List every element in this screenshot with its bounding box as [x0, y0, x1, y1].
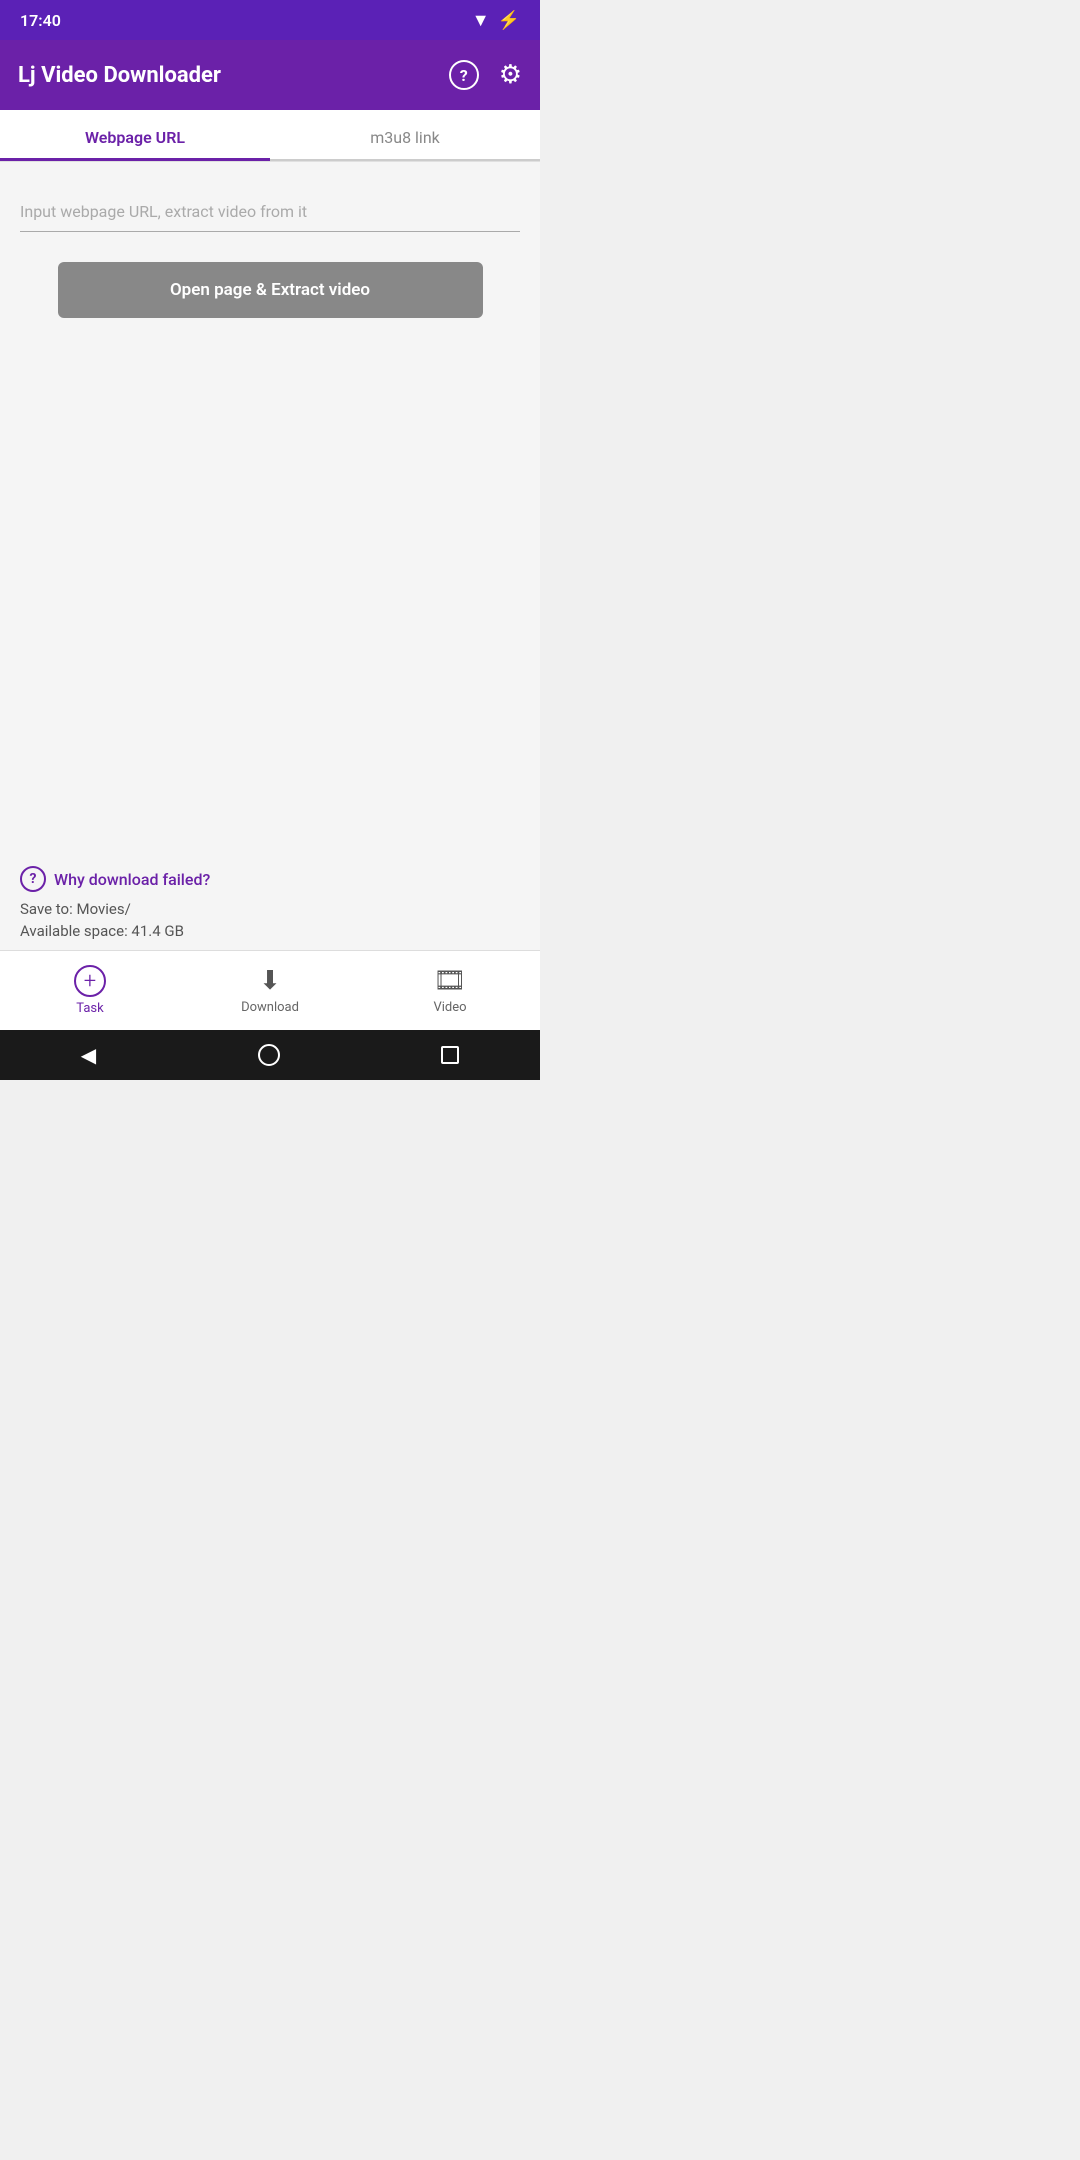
system-nav: ◀ [0, 1030, 540, 1080]
nav-task-label: Task [76, 1001, 103, 1016]
help-button[interactable]: ? [449, 60, 479, 90]
status-time: 17:40 [20, 11, 61, 30]
nav-video-label: Video [433, 1000, 466, 1015]
save-to-info: Save to: Movies/ [20, 900, 520, 918]
video-icon: 🎞 [433, 966, 466, 996]
app-bar: Lj Video Downloader ? ⚙ [0, 40, 540, 110]
status-bar: 17:40 ▼ ⚡ [0, 0, 540, 40]
nav-task[interactable]: + Task [0, 955, 180, 1026]
app-title: Lj Video Downloader [18, 63, 221, 88]
bottom-info: ? Why download failed? Save to: Movies/ … [0, 851, 540, 950]
download-icon: ⬇ [259, 966, 281, 996]
back-button[interactable]: ◀ [81, 1043, 96, 1067]
gear-icon: ⚙ [499, 60, 522, 90]
nav-download[interactable]: ⬇ Download [180, 956, 360, 1025]
nav-download-label: Download [241, 1000, 299, 1015]
why-failed-icon: ? [20, 866, 46, 892]
settings-button[interactable]: ⚙ [499, 60, 522, 90]
tab-m3u8-link[interactable]: m3u8 link [270, 110, 540, 161]
app-wrapper: 17:40 ▼ ⚡ Lj Video Downloader ? ⚙ Webpag… [0, 0, 540, 1080]
bottom-nav: + Task ⬇ Download 🎞 Video [0, 950, 540, 1030]
battery-charging-icon: ⚡ [498, 10, 520, 31]
app-bar-actions: ? ⚙ [449, 60, 522, 90]
url-input[interactable] [20, 192, 520, 232]
available-space-info: Available space: 41.4 GB [20, 922, 520, 940]
main-scroll-area: Open page & Extract video ? Why download… [0, 162, 540, 1030]
why-failed-text: Why download failed? [54, 870, 210, 889]
content-area [0, 401, 540, 851]
extract-video-button[interactable]: Open page & Extract video [58, 262, 483, 318]
tab-bar: Webpage URL m3u8 link [0, 110, 540, 162]
why-failed-link[interactable]: ? Why download failed? [20, 866, 520, 892]
wifi-icon: ▼ [472, 10, 490, 31]
help-icon: ? [449, 60, 479, 90]
nav-video[interactable]: 🎞 Video [360, 956, 540, 1025]
tab-webpage-url[interactable]: Webpage URL [0, 110, 270, 161]
main-content: Open page & Extract video [0, 162, 540, 401]
task-add-icon: + [74, 965, 106, 997]
home-button[interactable] [258, 1044, 280, 1066]
recents-button[interactable] [441, 1046, 459, 1064]
status-icons: ▼ ⚡ [472, 10, 520, 31]
